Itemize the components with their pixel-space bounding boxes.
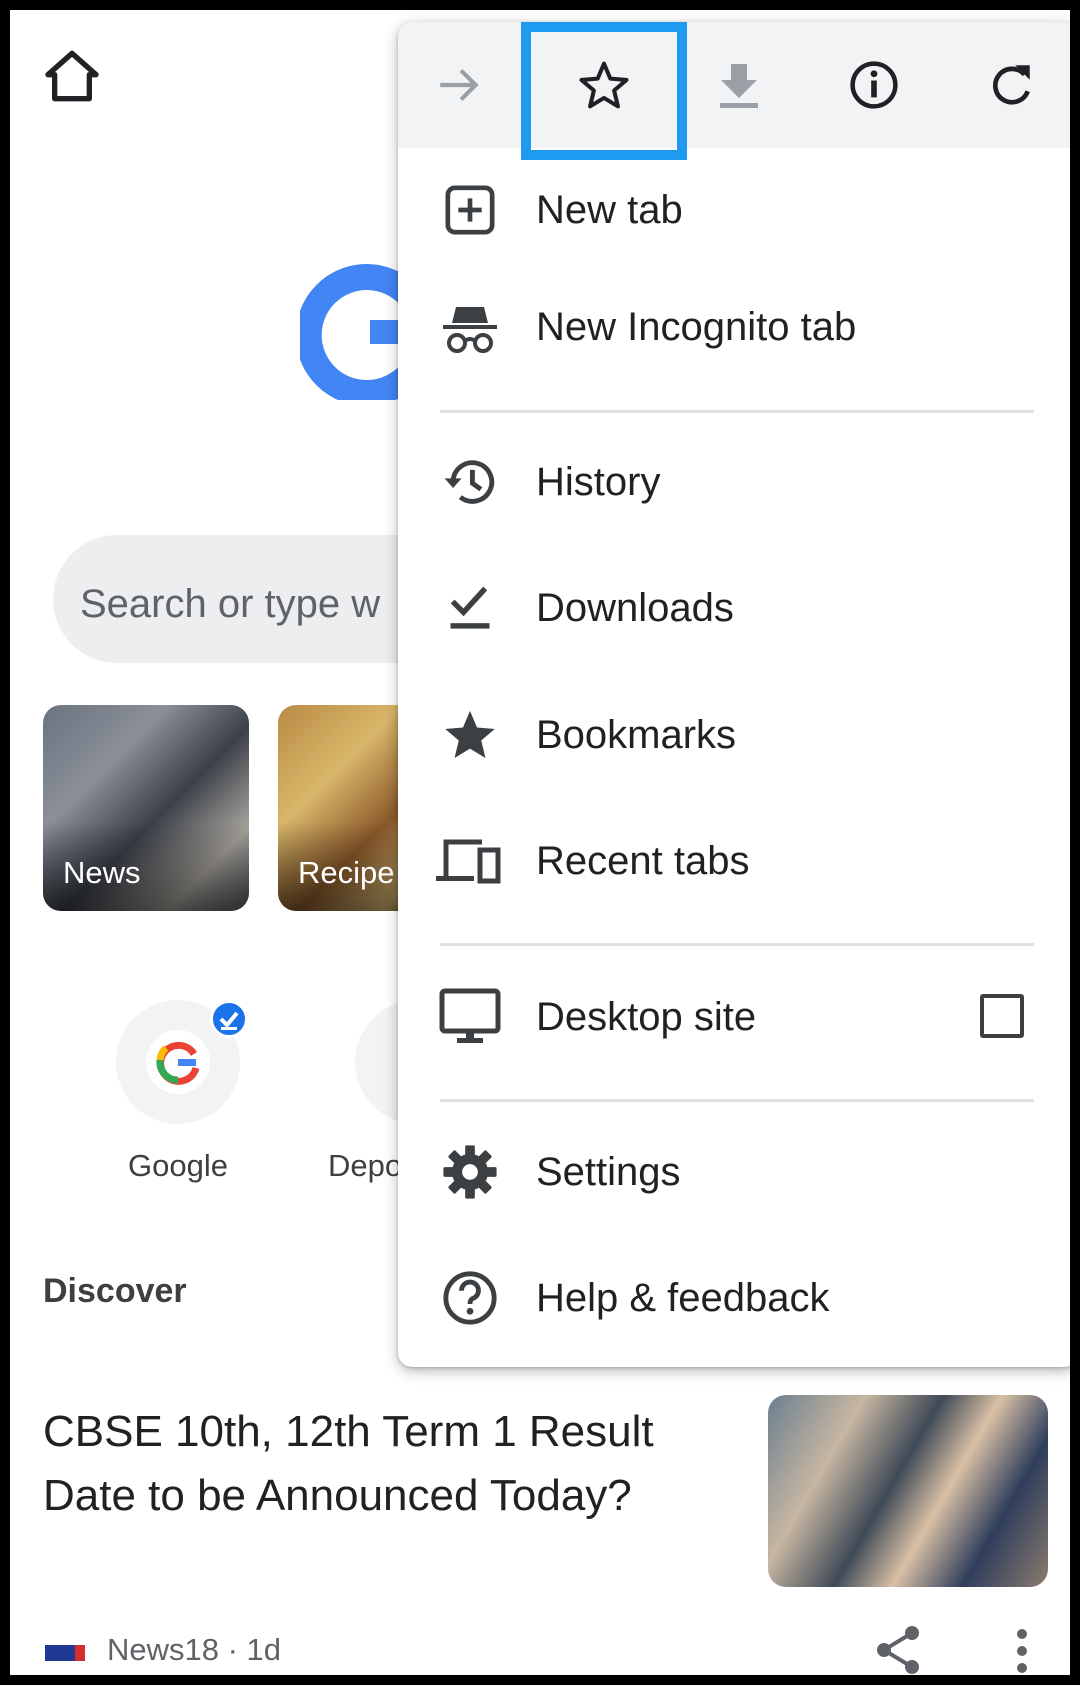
search-placeholder: Search or type w (80, 582, 381, 626)
menu-item-label: New Incognito tab (536, 305, 857, 349)
menu-item-label: Help & feedback (536, 1276, 830, 1320)
download-done-icon (440, 578, 500, 638)
menu-item-new-tab[interactable]: New tab (398, 150, 1070, 268)
menu-item-recent-tabs[interactable]: Recent tabs (398, 801, 1070, 919)
menu-item-label: Downloads (536, 586, 734, 630)
verified-check-icon (210, 1000, 248, 1038)
star-filled-icon (440, 705, 500, 765)
article-thumbnail[interactable] (768, 1395, 1048, 1587)
menu-divider (440, 943, 1034, 946)
forward-button[interactable] (426, 52, 492, 118)
menu-item-label: Bookmarks (536, 713, 737, 757)
menu-item-bookmarks[interactable]: Bookmarks (398, 675, 1070, 793)
menu-item-label: Desktop site (536, 995, 757, 1039)
info-icon (850, 61, 898, 109)
more-options-button[interactable] (1010, 1627, 1034, 1675)
menu-item-new-incognito-tab[interactable]: New Incognito tab (398, 267, 1070, 385)
menu-divider (440, 410, 1034, 413)
reload-button[interactable] (978, 52, 1044, 118)
share-icon (877, 1626, 919, 1674)
article-source: News18 · 1d (107, 1632, 282, 1667)
shortcut-label: Depo (328, 1148, 403, 1183)
reload-icon (993, 65, 1030, 105)
menu-item-history[interactable]: History (398, 422, 1070, 540)
menu-item-label: New tab (536, 188, 683, 232)
download-icon (720, 64, 758, 108)
home-button[interactable] (40, 44, 104, 108)
google-g-icon (146, 1030, 210, 1094)
menu-item-desktop-site[interactable]: Desktop site (398, 957, 1070, 1075)
more-vert-icon (1017, 1629, 1027, 1673)
share-button[interactable] (876, 1625, 920, 1675)
discover-heading: Discover (43, 1272, 187, 1310)
menu-item-label: Recent tabs (536, 839, 750, 883)
shortcut-label: Google (128, 1148, 228, 1183)
screen: Search or type w News Recipe Google Depo… (0, 0, 1080, 1685)
incognito-icon (440, 297, 500, 357)
menu-item-help-feedback[interactable]: Help & feedback (398, 1238, 1070, 1356)
menu-item-label: Settings (536, 1150, 681, 1194)
desktop-site-checkbox[interactable] (980, 994, 1024, 1038)
forward-arrow-icon (440, 68, 479, 102)
gear-icon (440, 1142, 500, 1202)
devices-icon (436, 831, 502, 891)
bookmark-highlight-box (521, 22, 687, 160)
tile-news[interactable]: News (43, 705, 249, 911)
article-title[interactable]: CBSE 10th, 12th Term 1 Result Date to be… (43, 1400, 723, 1528)
tile-label: Recipe (298, 855, 395, 890)
add-box-icon (440, 180, 500, 240)
download-page-button[interactable] (706, 52, 772, 118)
menu-item-settings[interactable]: Settings (398, 1112, 1070, 1230)
history-icon (440, 452, 500, 512)
home-icon (45, 50, 99, 102)
tile-label: News (63, 855, 141, 890)
help-icon (440, 1268, 500, 1328)
desktop-icon (438, 987, 502, 1047)
menu-divider (440, 1099, 1034, 1102)
news-source-logo (45, 1645, 85, 1661)
menu-item-label: History (536, 460, 661, 504)
page-info-button[interactable] (841, 52, 907, 118)
menu-item-downloads[interactable]: Downloads (398, 548, 1070, 666)
overflow-menu: New tab New Incognito tab History Downlo… (398, 22, 1070, 1367)
